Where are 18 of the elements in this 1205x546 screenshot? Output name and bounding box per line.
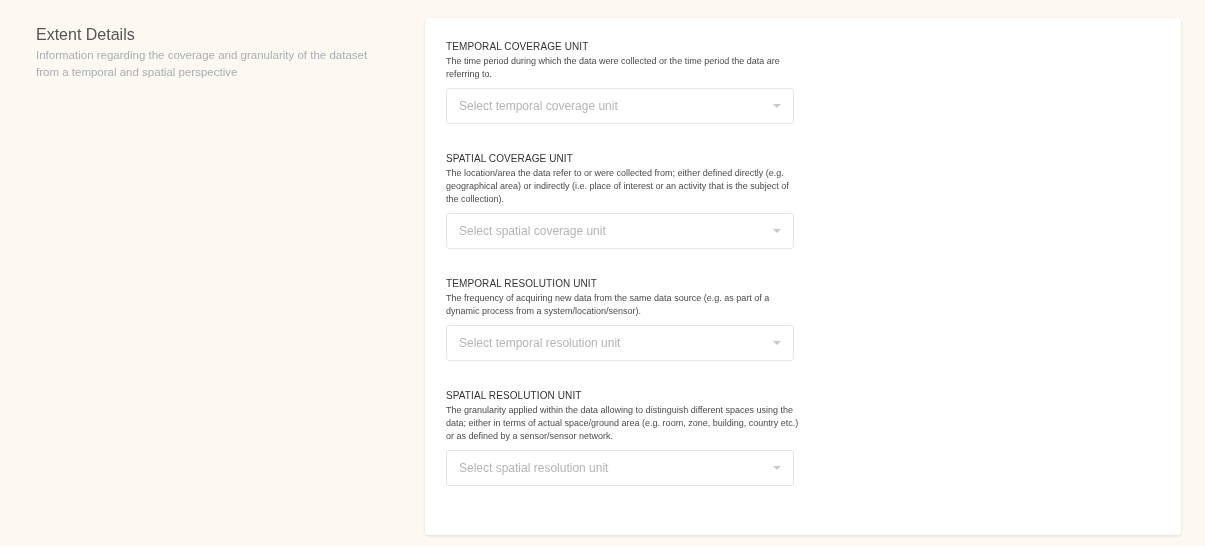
field-label: SPATIAL COVERAGE UNIT xyxy=(446,152,574,165)
caret-icon xyxy=(773,104,781,108)
select-dropdown[interactable]: Select spatial coverage unit xyxy=(446,213,794,249)
select-dropdown[interactable]: Select temporal coverage unit xyxy=(446,88,794,124)
caret-icon xyxy=(773,466,781,470)
section-description: Information regarding the coverage and granularity of the dataset from a temporal and spatial perspective xyxy=(36,48,369,80)
caret-icon xyxy=(773,229,781,233)
field-description: The granularity applied within the data allowing to distinguish different spaces using the data; either in terms of actual space/ground area (e.g. room, zone, building, country etc.) or as defined by a sensor/sensor network. xyxy=(446,404,800,443)
field-description: The frequency of acquiring new data from the same data source (e.g. as part of a dynamic process from a system/location/sensor). xyxy=(446,292,771,318)
field-label: TEMPORAL COVERAGE UNIT xyxy=(446,40,590,53)
field-description: The location/area the data refer to or were collected from; either defined directly (e.g. geographical area) or indirectly (i.e. place of interest or an activity that is the subject of the collection). xyxy=(446,167,790,206)
section-title: Extent Details xyxy=(36,26,136,44)
field-label: SPATIAL RESOLUTION UNIT xyxy=(446,389,583,402)
select-dropdown[interactable]: Select spatial resolution unit xyxy=(446,450,794,486)
field-description: The time period during which the data were collected or the time period the data are referring to. xyxy=(446,55,781,81)
field-label: TEMPORAL RESOLUTION UNIT xyxy=(446,277,598,290)
caret-icon xyxy=(773,341,781,345)
select-dropdown[interactable]: Select temporal resolution unit xyxy=(446,325,794,361)
